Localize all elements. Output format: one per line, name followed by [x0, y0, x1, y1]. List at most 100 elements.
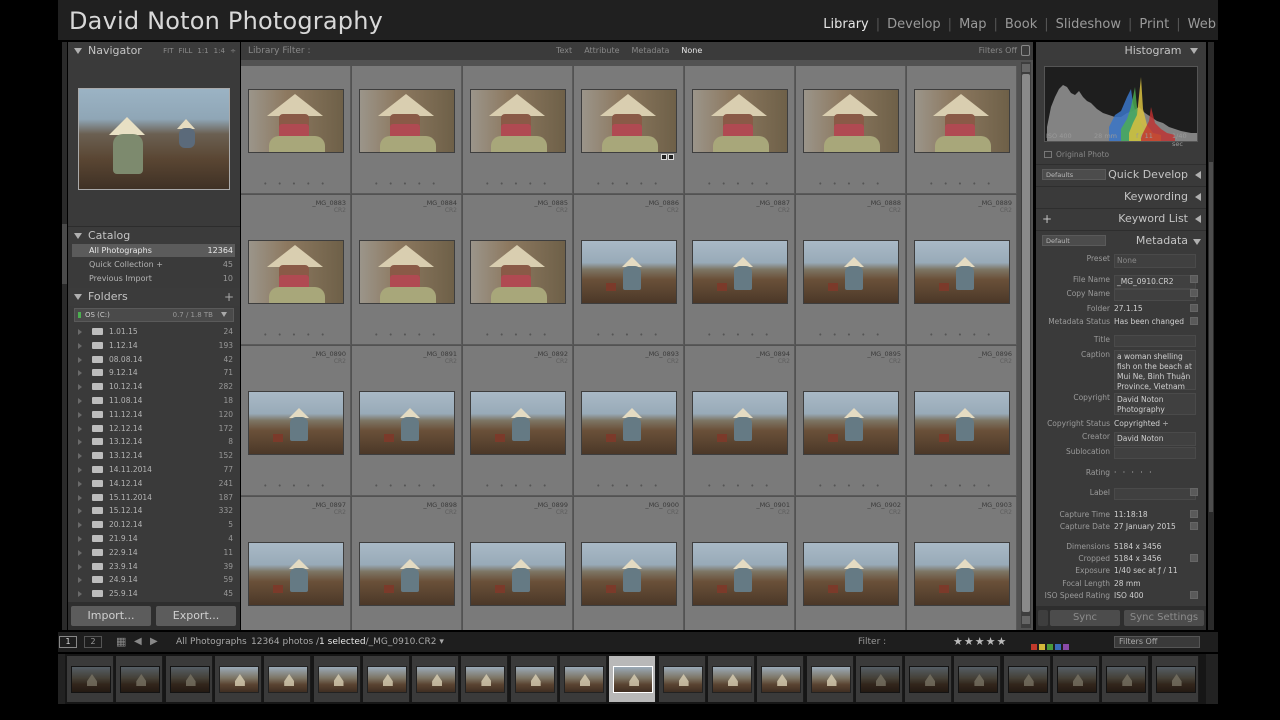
disclosure-arrow-icon[interactable]	[78, 329, 82, 335]
purple-label-swatch[interactable]	[1063, 644, 1069, 650]
expand-triangle-icon[interactable]	[1195, 171, 1201, 179]
folder-item[interactable]: 13.12.14 152	[72, 449, 235, 463]
folder-item[interactable]: 15.12.14 332	[72, 504, 235, 518]
photo-thumbnail[interactable]	[914, 391, 1010, 455]
quick-develop-header[interactable]: Defaults Quick Develop	[1036, 164, 1206, 184]
cell-rating-dots[interactable]: • • • • •	[352, 331, 462, 339]
grid-cell[interactable]: _MG_0897CR2• • • • •	[241, 497, 351, 630]
main-window-button[interactable]: 1	[59, 636, 77, 648]
cell-rating-dots[interactable]: • • • • •	[796, 482, 906, 490]
grid-scroll-thumb[interactable]	[1022, 74, 1030, 612]
photo-thumbnail[interactable]	[248, 240, 344, 304]
folder-item[interactable]: 25.9.14 45	[72, 587, 235, 601]
edit-time-icon[interactable]	[1190, 510, 1198, 518]
filmstrip-thumb[interactable]	[116, 656, 164, 702]
folder-item[interactable]: 10.12.14 282	[72, 380, 235, 394]
collapse-triangle-icon[interactable]	[1190, 48, 1198, 54]
photo-thumbnail[interactable]	[803, 240, 899, 304]
grid-cell[interactable]: _MG_0884 CR2 • • • • •	[352, 195, 462, 345]
export-button[interactable]: Export...	[156, 606, 236, 626]
disclosure-arrow-icon[interactable]	[78, 480, 82, 487]
folder-item[interactable]: 1.12.14 193	[72, 339, 235, 353]
filmstrip-thumb[interactable]	[1053, 656, 1100, 702]
grid-cell[interactable]: _MG_0899CR2• • • • •	[463, 497, 573, 630]
disclosure-arrow-icon[interactable]	[78, 591, 82, 598]
folder-item[interactable]: 24.9.14 59	[72, 573, 235, 587]
grid-view-icon[interactable]: ▦	[116, 632, 126, 652]
cell-rating-dots[interactable]: • • • • •	[574, 482, 684, 490]
list-icon[interactable]	[1190, 289, 1198, 297]
folder-item[interactable]: 13.12.14 8	[72, 435, 235, 449]
grid-cell[interactable]: _MG_0888 CR2 • • • • •	[796, 195, 906, 345]
filmstrip-thumb[interactable]	[707, 656, 755, 702]
filmstrip-filter-select[interactable]: Filters Off	[1114, 636, 1200, 648]
disclosure-arrow-icon[interactable]	[78, 508, 82, 515]
histogram-header[interactable]: Histogram	[1036, 42, 1206, 60]
cell-rating-dots[interactable]: • • • • •	[907, 482, 1017, 490]
go-to-folder-icon[interactable]	[1190, 304, 1198, 312]
photo-thumbnail[interactable]	[359, 391, 455, 455]
filmstrip-source[interactable]: All Photographs	[176, 632, 247, 652]
lock-icon[interactable]	[1021, 45, 1030, 56]
photo-thumbnail[interactable]	[914, 240, 1010, 304]
navigator-header[interactable]: Navigator FIT FILL 1:1 1:4 ÷	[68, 42, 240, 60]
collapse-triangle-icon[interactable]	[1193, 239, 1201, 245]
photo-thumbnail[interactable]	[248, 89, 344, 153]
meta-filename-field[interactable]: _MG_0910.CR2	[1114, 275, 1196, 289]
folder-item[interactable]: 22.9.14 11	[72, 546, 235, 560]
catalog-item[interactable]: Quick Collection + 45	[72, 258, 235, 271]
grid-cell[interactable]: _MG_0883 CR2 • • • • •	[241, 195, 351, 345]
original-photo-toggle[interactable]: Original Photo	[1044, 150, 1109, 159]
list-icon[interactable]	[1190, 488, 1198, 496]
volume-bar[interactable]: OS (C:) 0.7 / 1.8 TB	[74, 308, 234, 322]
star-rating-filter[interactable]: ★★★★★	[953, 632, 1007, 652]
filmstrip-thumb[interactable]	[954, 656, 1002, 702]
filmstrip-thumb[interactable]	[806, 656, 854, 702]
filmstrip-thumb[interactable]	[67, 656, 114, 702]
photo-thumbnail[interactable]	[803, 89, 899, 153]
cell-rating-dots[interactable]: • • • • •	[352, 482, 462, 490]
meta-copyname-field[interactable]	[1114, 289, 1196, 301]
filmstrip-left-edge[interactable]	[58, 654, 65, 704]
list-icon[interactable]	[1190, 317, 1198, 325]
grid-cell[interactable]: _MG_0893 CR2 • • • • •	[574, 346, 684, 496]
red-label-swatch[interactable]	[1031, 644, 1037, 650]
filmstrip-right-edge[interactable]	[1206, 654, 1218, 704]
cell-rating-dots[interactable]: • • • • •	[685, 331, 795, 339]
filmstrip-thumb[interactable]	[855, 656, 903, 702]
navigator-zoom-options[interactable]: FIT FILL 1:1 1:4 ÷	[158, 42, 236, 60]
filmstrip-thumb[interactable]	[560, 656, 607, 702]
folder-item[interactable]: 15.11.2014 187	[72, 491, 235, 505]
disclosure-arrow-icon[interactable]	[78, 453, 82, 460]
collapse-triangle-icon[interactable]	[74, 294, 82, 300]
filmstrip-info[interactable]: 12364 photos /1 selected/_MG_0910.CR2 ▾	[251, 632, 444, 652]
photo-thumbnail[interactable]	[470, 391, 566, 455]
disclosure-arrow-icon[interactable]	[78, 563, 82, 570]
cell-rating-dots[interactable]: • • • • •	[241, 180, 351, 188]
right-panel-scrollbar[interactable]	[1208, 42, 1214, 630]
meta-preset-select[interactable]: None	[1114, 254, 1196, 268]
zoom-option[interactable]: 1:4	[214, 47, 225, 55]
sync-button[interactable]: Sync	[1050, 610, 1120, 626]
grid-cell[interactable]: _MG_0889 CR2 • • • • •	[907, 195, 1017, 345]
disclosure-arrow-icon[interactable]	[78, 494, 82, 501]
disclosure-arrow-icon[interactable]	[78, 384, 82, 391]
photo-thumbnail[interactable]	[581, 240, 677, 304]
photo-thumbnail[interactable]	[692, 542, 788, 606]
module-slideshow[interactable]: Slideshow	[1056, 17, 1121, 32]
cell-rating-dots[interactable]: • • • • •	[907, 331, 1017, 339]
disclosure-arrow-icon[interactable]	[78, 439, 82, 446]
grid-cell[interactable]: _MG_0890 CR2 • • • • •	[241, 346, 351, 496]
cell-rating-dots[interactable]: • • • • •	[463, 180, 573, 188]
folders-header[interactable]: Folders +	[68, 288, 240, 306]
chevron-down-icon[interactable]: ▾	[439, 637, 444, 647]
catalog-item[interactable]: Previous Import 10	[72, 272, 235, 285]
scroll-up-icon[interactable]	[1022, 64, 1030, 72]
blue-label-swatch[interactable]	[1055, 644, 1061, 650]
filmstrip-thumb[interactable]	[165, 656, 213, 702]
sync-settings-button[interactable]: Sync Settings	[1124, 610, 1204, 626]
add-keyword-icon[interactable]: +	[1042, 209, 1052, 229]
forward-arrow-icon[interactable]: ▶	[150, 632, 158, 652]
grid-cell[interactable]: _MG_0877CR2• • • • •	[352, 66, 462, 194]
yellow-label-swatch[interactable]	[1039, 644, 1045, 650]
